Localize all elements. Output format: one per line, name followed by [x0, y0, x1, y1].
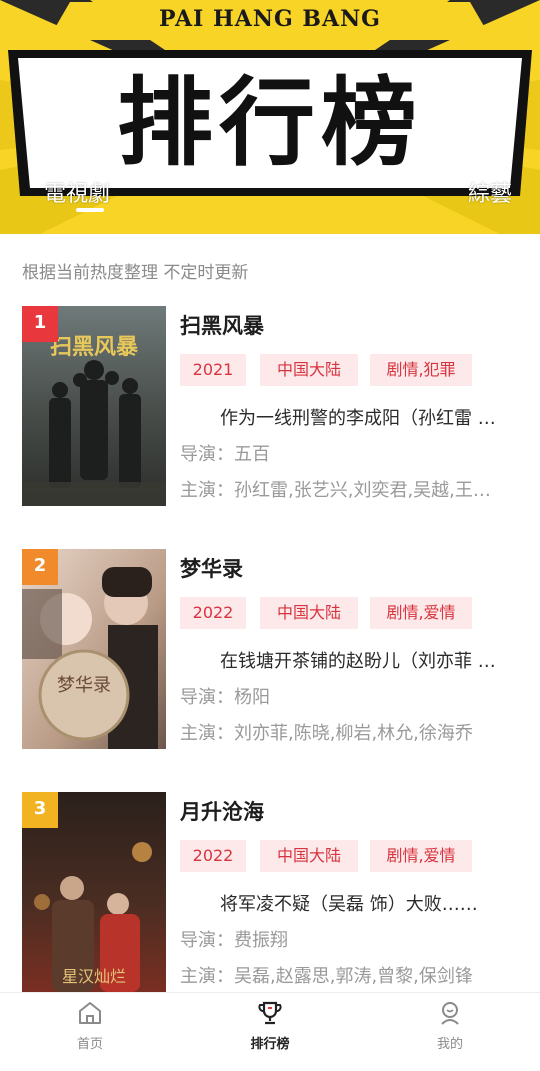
genre-tag: 剧情,爱情: [370, 597, 472, 629]
header-banner: PAI HANG BANG 排行榜 電視劇 綜藝: [0, 0, 540, 234]
rank-number: 1: [33, 312, 47, 333]
drama-title[interactable]: 扫黑风暴: [180, 310, 264, 340]
nav-home[interactable]: 首页: [40, 999, 140, 1065]
drama-title[interactable]: 月升沧海: [180, 796, 264, 826]
drama-director: 导演：杨阳: [180, 687, 270, 708]
trophy-icon: [258, 1001, 282, 1025]
drama-cast: 主演：刘亦菲,陈晓,柳岩,林允,徐海乔: [180, 723, 473, 744]
category-tabs: 電視劇 綜藝: [0, 166, 540, 226]
drama-title[interactable]: 梦华录: [180, 553, 243, 583]
banner-pinyin: PAI HANG BANG: [159, 6, 381, 32]
svg-text:梦华录: 梦华录: [57, 675, 111, 696]
nav-home-label: 首页: [76, 1037, 103, 1052]
rank-badge: 1: [22, 306, 58, 342]
drama-cast: 主演：吴磊,赵露思,郭涛,曾黎,保剑锋: [180, 966, 473, 987]
list-item[interactable]: 星汉灿烂 3 月升沧海 2022 中国大陆 剧情,爱情 将军凌不疑（吴磊 饰）大…: [0, 792, 540, 992]
year-tag: 2021: [180, 354, 246, 386]
tab-variety[interactable]: 綜藝: [468, 176, 512, 208]
region-tag: 中国大陆: [260, 354, 358, 386]
list-item[interactable]: 梦华录 2 梦华录 2022 中国大陆 剧情,爱情 在钱塘开茶铺的赵盼儿（刘亦菲…: [0, 549, 540, 749]
tab-tv-series[interactable]: 電視劇: [44, 176, 110, 208]
poster-image[interactable]: 星汉灿烂 3: [22, 792, 166, 992]
poster-image[interactable]: 扫黑风暴 1: [22, 306, 166, 506]
drama-description: 作为一线刑警的李成阳（孙红雷 饰）……: [220, 408, 510, 429]
poster-image[interactable]: 梦华录 2: [22, 549, 166, 749]
region-tag: 中国大陆: [260, 597, 358, 629]
drama-director: 导演：费振翔: [180, 930, 288, 951]
rank-number: 2: [33, 555, 47, 576]
list-item[interactable]: 扫黑风暴 1 扫黑风暴 2021 中国大陆 剧情,犯罪 作为一线刑警的李成阳（孙…: [0, 306, 540, 506]
svg-text:星汉灿烂: 星汉灿烂: [62, 967, 126, 986]
active-tab-indicator: [76, 208, 104, 212]
genre-tag: 剧情,犯罪: [370, 354, 472, 386]
list-subtitle: 根据当前热度整理 不定时更新: [22, 263, 249, 283]
rank-badge: 2: [22, 549, 58, 585]
drama-cast: 主演：孙红雷,张艺兴,刘奕君,吴越,王志飞: [180, 480, 500, 501]
drama-description: 在钱塘开茶铺的赵盼儿（刘亦菲 饰）……: [220, 651, 510, 672]
drama-description: 将军凌不疑（吴磊 饰）大败……: [220, 894, 478, 915]
nav-profile[interactable]: 我的: [400, 999, 500, 1065]
year-tag: 2022: [180, 597, 246, 629]
genre-tag: 剧情,爱情: [370, 840, 472, 872]
home-icon: [79, 1002, 101, 1024]
rank-badge: 3: [22, 792, 58, 828]
nav-ranking-label: 排行榜: [250, 1037, 290, 1052]
profile-icon: [441, 1002, 459, 1025]
bottom-nav: 首页 排行榜 我的: [0, 992, 540, 1071]
nav-profile-label: 我的: [436, 1037, 463, 1052]
svg-text:扫黑风暴: 扫黑风暴: [50, 334, 139, 360]
year-tag: 2022: [180, 840, 246, 872]
nav-ranking[interactable]: 排行榜: [220, 999, 320, 1065]
region-tag: 中国大陆: [260, 840, 358, 872]
rank-number: 3: [33, 798, 47, 819]
drama-director: 导演：五百: [180, 444, 270, 465]
